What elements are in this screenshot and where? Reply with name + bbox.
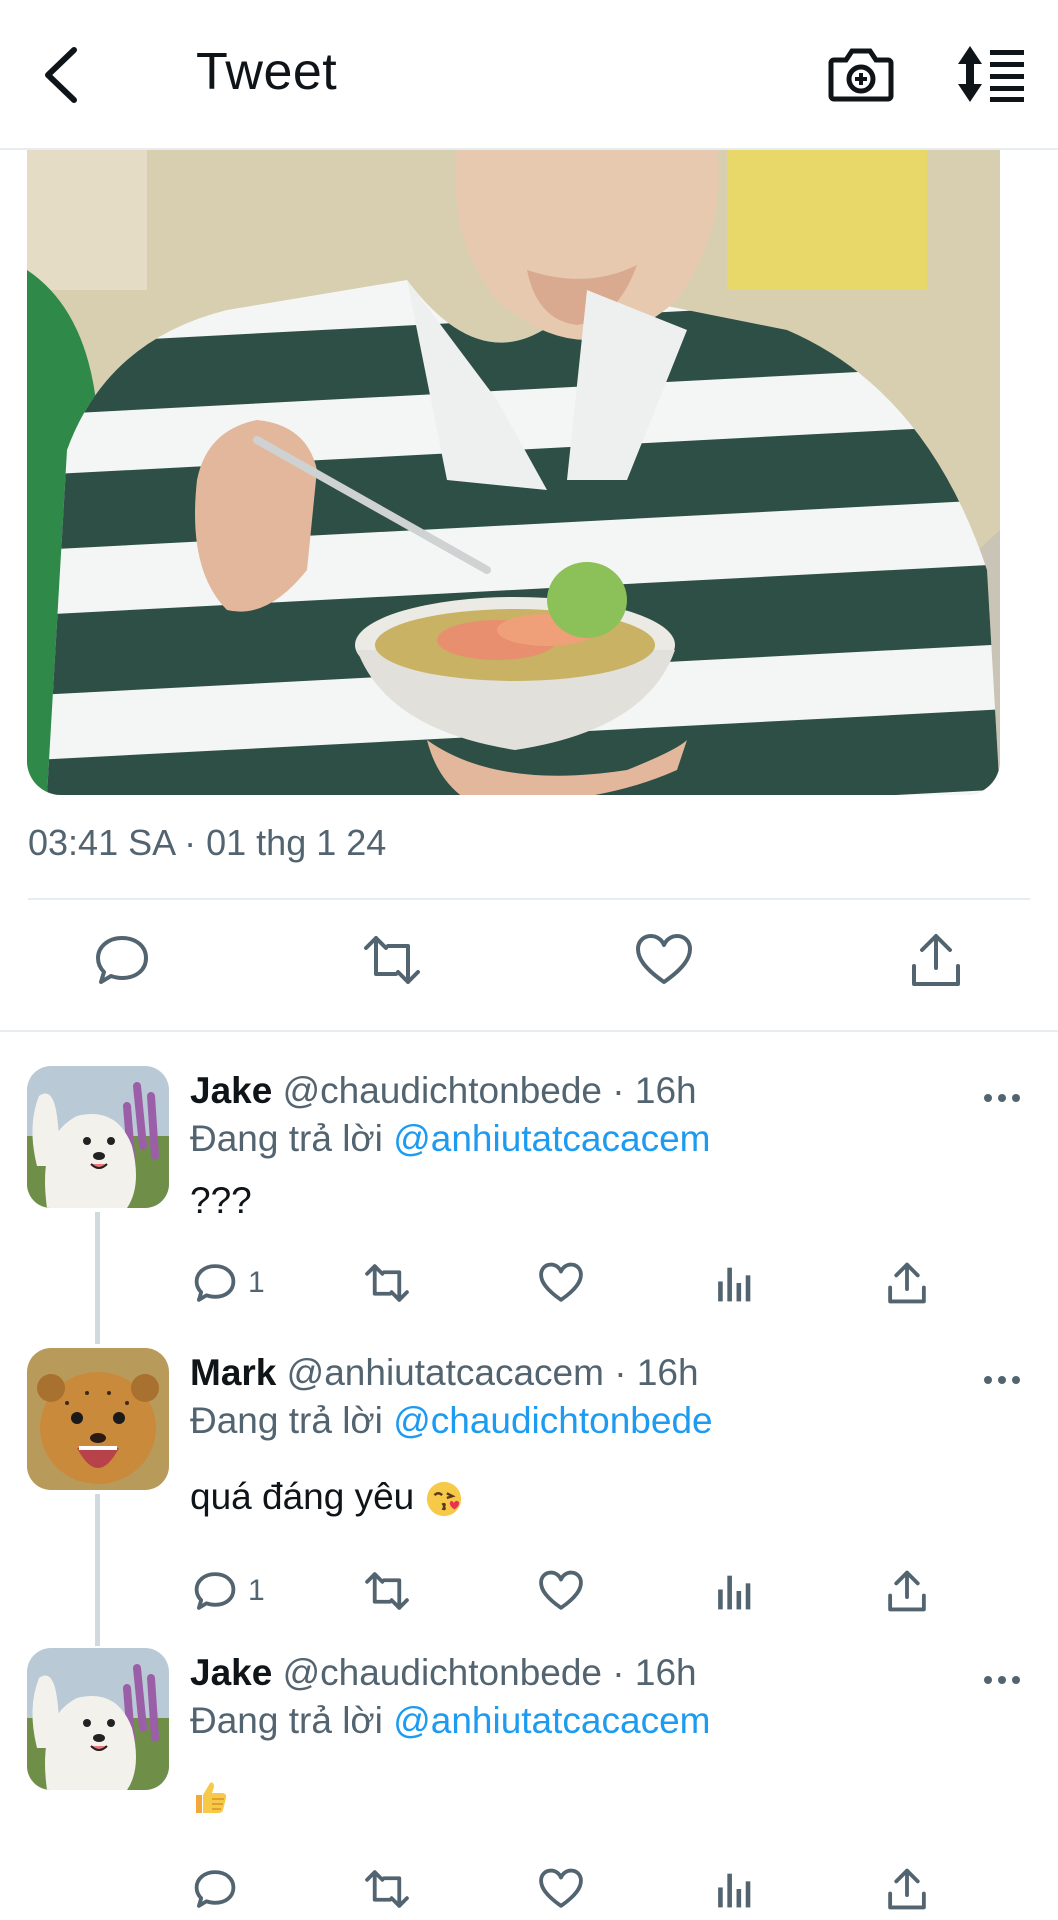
- replying-to: Đang trả lời @chaudichtonbede: [190, 1400, 713, 1442]
- avatar[interactable]: [27, 1348, 169, 1490]
- page-title: Tweet: [196, 43, 338, 101]
- retweet-icon[interactable]: [364, 1568, 410, 1614]
- divider: [0, 1030, 1058, 1032]
- more-options-icon[interactable]: [982, 1092, 1022, 1104]
- chevron-left-icon[interactable]: [36, 40, 96, 110]
- avatar[interactable]: [27, 1648, 169, 1790]
- reply-time: · 16h: [614, 1352, 699, 1393]
- share-icon[interactable]: [884, 1260, 930, 1306]
- reply-text: ???: [190, 1180, 252, 1221]
- reply-header: Mark @anhiutatcacacem · 16h: [190, 1352, 699, 1394]
- retweet-icon[interactable]: [364, 1866, 410, 1912]
- reply-time: · 16h: [612, 1070, 697, 1111]
- avatar[interactable]: [27, 1066, 169, 1208]
- more-options-icon[interactable]: [982, 1374, 1022, 1386]
- reply-count: 1: [248, 1574, 265, 1607]
- analytics-icon[interactable]: [712, 1866, 758, 1912]
- reply-icon[interactable]: [192, 1568, 238, 1614]
- reply-text: quá đáng yêu: [190, 1476, 463, 1518]
- replying-to: Đang trả lời @anhiutatcacacem: [190, 1118, 710, 1160]
- retweet-icon[interactable]: [362, 930, 422, 990]
- retweet-icon[interactable]: [364, 1260, 410, 1306]
- reply-icon[interactable]: [192, 1866, 238, 1912]
- divider: [28, 898, 1030, 900]
- reply-header: Jake @chaudichtonbede · 16h: [190, 1652, 697, 1694]
- reply-icon[interactable]: [192, 1260, 238, 1306]
- replying-label: Đang trả lời: [190, 1118, 383, 1159]
- like-icon[interactable]: [538, 1260, 584, 1306]
- more-options-icon[interactable]: [982, 1674, 1022, 1686]
- display-name[interactable]: Jake: [190, 1070, 272, 1111]
- reply-time: · 16h: [612, 1652, 697, 1693]
- tweet-actions: [0, 930, 1058, 1000]
- tweet-timestamp: 03:41 SA · 01 thg 1 24: [28, 822, 387, 863]
- reply-actions: 1: [0, 1260, 1058, 1310]
- user-handle[interactable]: @chaudichtonbede: [283, 1652, 602, 1693]
- thumbs-up-emoji: [196, 1782, 227, 1814]
- replying-to-handle[interactable]: @anhiutatcacacem: [393, 1118, 710, 1159]
- reply-text-content: quá đáng yêu: [190, 1476, 415, 1517]
- replying-label: Đang trả lời: [190, 1700, 383, 1741]
- like-icon[interactable]: [538, 1568, 584, 1614]
- user-handle[interactable]: @anhiutatcacacem: [287, 1352, 604, 1393]
- replying-to-handle[interactable]: @anhiutatcacacem: [393, 1700, 710, 1741]
- reply-actions: [0, 1866, 1058, 1916]
- sort-icon[interactable]: [956, 44, 1028, 104]
- like-icon[interactable]: [538, 1866, 584, 1912]
- tweet-photo[interactable]: [27, 150, 1000, 795]
- share-icon[interactable]: [884, 1866, 930, 1912]
- replying-to-handle[interactable]: @chaudichtonbede: [393, 1400, 712, 1441]
- reply-count: 1: [248, 1266, 265, 1299]
- share-icon[interactable]: [884, 1568, 930, 1614]
- reply-text: [190, 1774, 230, 1817]
- analytics-icon[interactable]: [712, 1260, 758, 1306]
- display-name[interactable]: Mark: [190, 1352, 276, 1393]
- replying-to: Đang trả lời @anhiutatcacacem: [190, 1700, 710, 1742]
- analytics-icon[interactable]: [712, 1568, 758, 1614]
- reply-icon[interactable]: [92, 930, 152, 990]
- share-icon[interactable]: [906, 930, 966, 990]
- reply-header: Jake @chaudichtonbede · 16h: [190, 1070, 697, 1112]
- replying-label: Đang trả lời: [190, 1400, 383, 1441]
- top-bar: Tweet: [0, 0, 1058, 150]
- like-icon[interactable]: [634, 930, 694, 990]
- kissing-face-emoji: [426, 1482, 461, 1517]
- user-handle[interactable]: @chaudichtonbede: [283, 1070, 602, 1111]
- camera-add-icon[interactable]: [828, 44, 894, 104]
- reply-actions: 1: [0, 1568, 1058, 1618]
- display-name[interactable]: Jake: [190, 1652, 272, 1693]
